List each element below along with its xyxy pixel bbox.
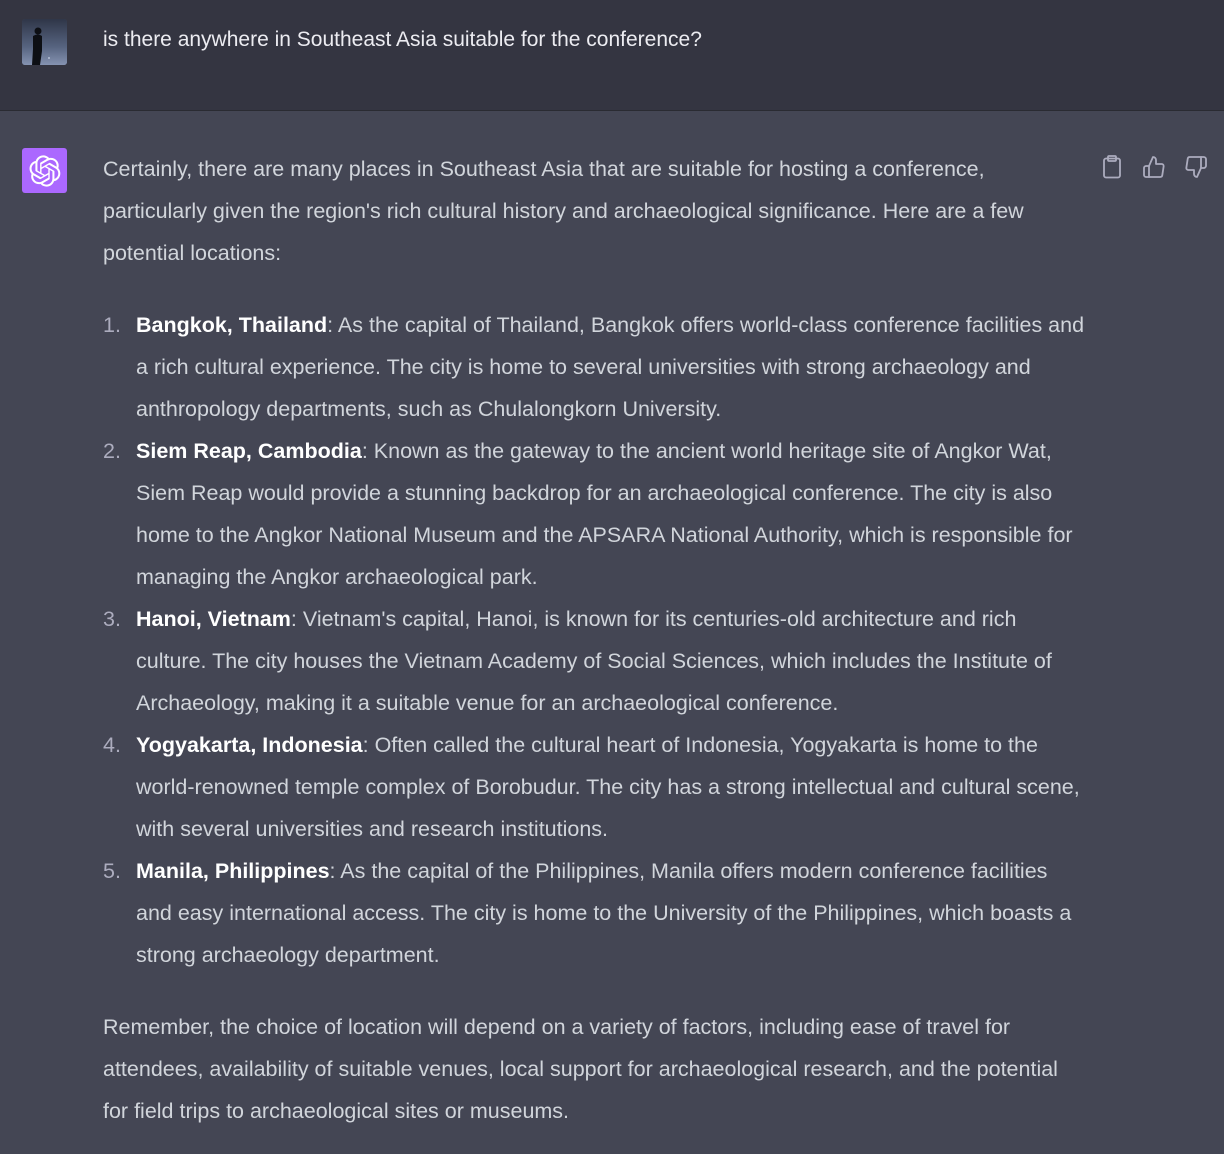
locations-list: 1. Bangkok, Thailand: As the capital of T… [103, 304, 1088, 976]
assistant-avatar [22, 148, 67, 193]
user-avatar [22, 19, 67, 65]
thumbs-down-icon [1185, 156, 1207, 178]
location-name: Hanoi, Vietnam [136, 607, 291, 631]
list-item: 5. Manila, Philippines: As the capital of… [103, 850, 1088, 976]
clipboard-icon [1103, 155, 1121, 179]
message-actions [1100, 154, 1208, 180]
assistant-message-row: Certainly, there are many places in Sout… [0, 111, 1224, 1154]
list-item-number: 4. [103, 733, 121, 757]
conclusion-paragraph: Remember, the choice of location will de… [103, 1015, 1058, 1123]
list-item: 1. Bangkok, Thailand: As the capital of T… [103, 304, 1088, 430]
location-name: Manila, Philippines [136, 859, 330, 883]
thumbs-up-button[interactable] [1142, 154, 1166, 180]
list-item: 3. Hanoi, Vietnam: Vietnam's capital, Han… [103, 598, 1088, 724]
list-item-number: 5. [103, 859, 121, 883]
list-item-number: 3. [103, 607, 121, 631]
intro-paragraph: Certainly, there are many places in Sout… [103, 157, 1024, 265]
copy-button[interactable] [1100, 154, 1124, 180]
location-name: Bangkok, Thailand [136, 313, 328, 337]
list-item: 4. Yogyakarta, Indonesia: Often called th… [103, 724, 1088, 850]
location-name: Yogyakarta, Indonesia [136, 733, 363, 757]
location-name: Siem Reap, Cambodia [136, 439, 362, 463]
list-item: 2. Siem Reap, Cambodia: Known as the gate… [103, 430, 1088, 598]
user-message-row: is there anywhere in Southeast Asia suit… [0, 0, 1224, 111]
openai-logo-icon [29, 154, 60, 187]
thumbs-up-icon [1143, 156, 1165, 178]
list-item-number: 1. [103, 313, 121, 337]
thumbs-down-button[interactable] [1184, 154, 1208, 180]
user-message-text: is there anywhere in Southeast Asia suit… [103, 28, 702, 51]
user-avatar-photo [22, 19, 67, 65]
assistant-message-content: Certainly, there are many places in Sout… [103, 148, 1088, 1132]
list-item-number: 2. [103, 439, 121, 463]
